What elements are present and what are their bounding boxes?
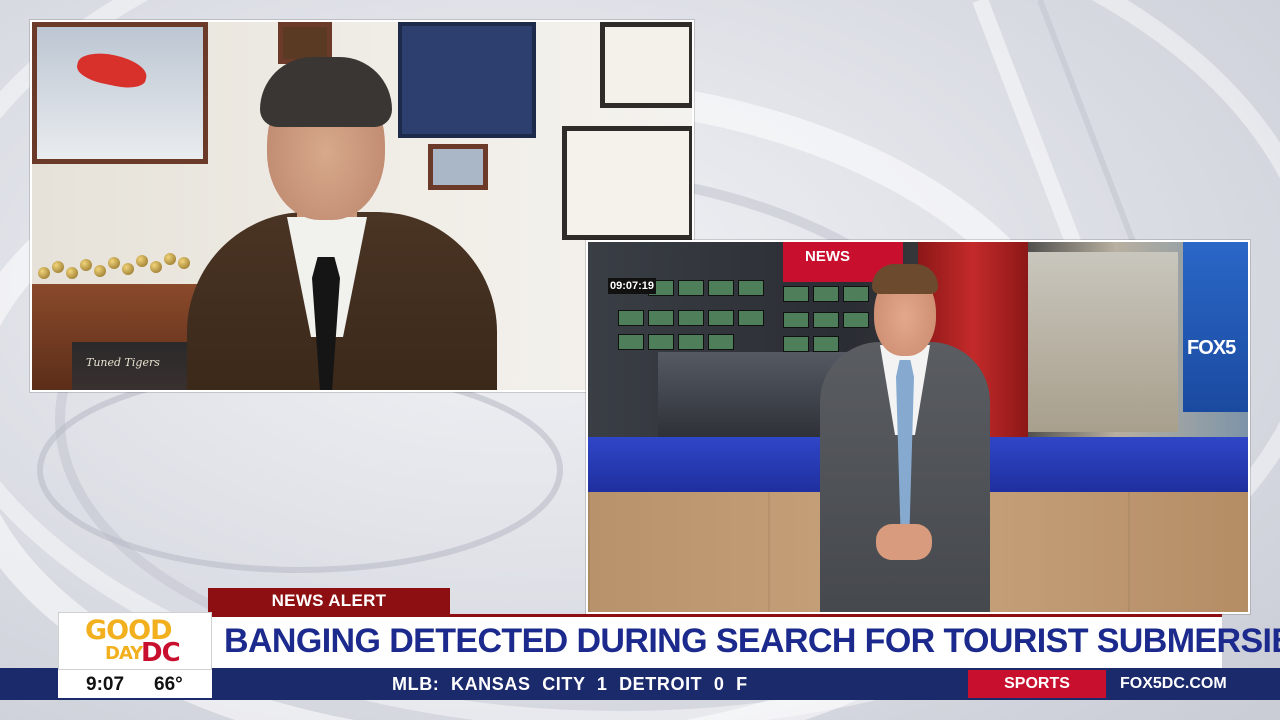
book-title: Tuned Tigers [86, 356, 160, 369]
headline-text: BANGING DETECTED DURING SEARCH FOR TOURI… [224, 622, 1280, 660]
airplane-painting [32, 22, 208, 164]
anchor-hair [872, 264, 938, 294]
challenge-coins [38, 247, 198, 287]
small-photo-frame [428, 144, 488, 190]
framed-citation [562, 126, 692, 240]
breaking-sign-text: NEWS [805, 248, 850, 265]
ticker-score-text: MLB: KANSAS CITY 1 DETROIT 0 F [392, 674, 748, 694]
current-temperature: 66° [154, 674, 183, 695]
book-stack: Tuned Tigers [72, 342, 202, 390]
newsroom-clock: 09:07:19 [608, 278, 656, 294]
squadron-plaque [398, 22, 536, 138]
fox5-screen-logo: FOX5 [1187, 337, 1236, 359]
time-temp-box: 9:07 66° [58, 670, 212, 698]
good-day-dc-logo: GOOD DAY DC [58, 612, 212, 670]
anchor-hands [876, 524, 932, 560]
certificate-frame [600, 22, 692, 108]
anchor-video-panel: NEWS 09:07:19 FOX5 [586, 240, 1250, 614]
headline-bar: BANGING DETECTED DURING SEARCH FOR TOURI… [210, 614, 1280, 668]
current-time: 9:07 [86, 674, 125, 695]
logo-day-text: DAY [105, 643, 143, 664]
news-alert-label: NEWS ALERT [208, 588, 450, 614]
website-label: FOX5DC.COM [1108, 670, 1280, 698]
newsroom-windows [1028, 252, 1178, 432]
guest-hair [260, 57, 392, 127]
logo-dc-text: DC [141, 638, 181, 668]
fox5-screen: FOX5 [1183, 242, 1248, 412]
sports-label: SPORTS [968, 670, 1106, 698]
